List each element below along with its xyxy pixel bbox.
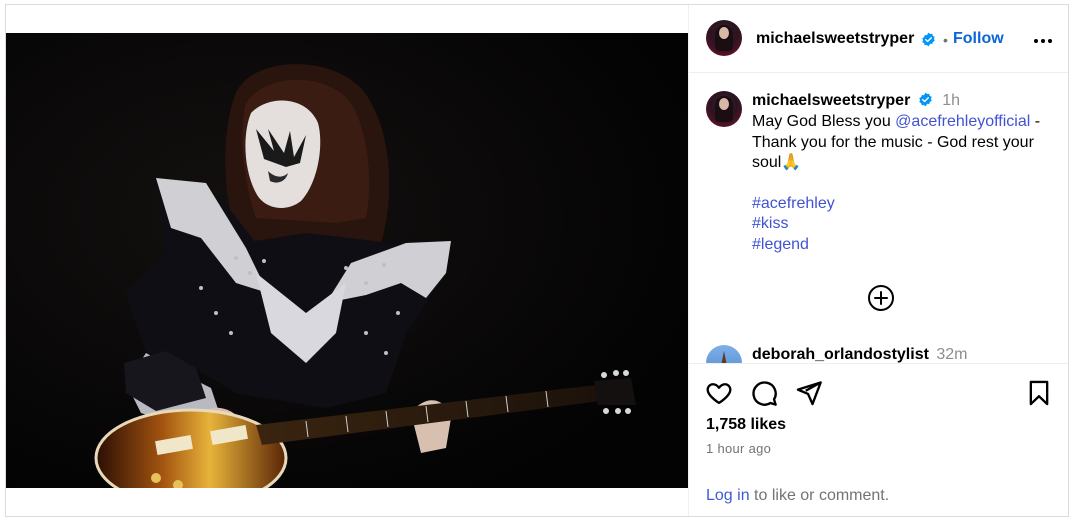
login-link[interactable]: Log in xyxy=(706,487,750,504)
caption-author-avatar[interactable] xyxy=(706,91,742,127)
comments-area: michaelsweetstryper 1h May God Bless you… xyxy=(689,73,1068,363)
login-prompt-suffix: to like or comment. xyxy=(749,487,890,504)
likes-count[interactable]: 1,758 likes xyxy=(706,416,786,434)
commenter-username[interactable]: deborah_orlandostylist xyxy=(752,346,929,363)
caption-author[interactable]: michaelsweetstryper xyxy=(752,92,910,109)
post-side-panel: michaelsweetstryper • Follow michaelswee… xyxy=(688,5,1068,516)
media-column xyxy=(6,5,688,516)
send-icon[interactable] xyxy=(795,379,823,407)
photo-illustration xyxy=(6,33,688,488)
post-photo[interactable] xyxy=(6,33,688,488)
author-username[interactable]: michaelsweetstryper xyxy=(756,30,914,48)
caption-mention-link[interactable]: @acefrehleyofficial xyxy=(895,113,1030,130)
post-timestamp[interactable]: 1 hour ago xyxy=(706,441,771,456)
hashtag-link[interactable]: #legend xyxy=(752,235,1052,256)
more-horizontal-icon[interactable] xyxy=(1031,29,1055,53)
caption-header: michaelsweetstryper 1h xyxy=(752,92,960,110)
verified-badge-icon xyxy=(922,32,935,47)
comment-preview-header: deborah_orlandostylist 32m xyxy=(752,346,968,363)
caption-time: 1h xyxy=(942,92,961,109)
post-header: michaelsweetstryper • Follow xyxy=(689,5,1068,73)
follow-button[interactable]: Follow xyxy=(953,30,1004,48)
actions-section: 1,758 likes 1 hour ago Log in to like or… xyxy=(689,363,1068,516)
heart-icon[interactable] xyxy=(705,379,733,407)
caption-text-before: May God Bless you xyxy=(752,113,896,130)
commenter-avatar-image xyxy=(721,351,727,363)
author-avatar[interactable] xyxy=(706,20,742,56)
comment-icon[interactable] xyxy=(750,379,778,407)
login-prompt: Log in to like or comment. xyxy=(706,487,889,505)
instagram-post: michaelsweetstryper • Follow michaelswee… xyxy=(5,4,1069,517)
comment-time: 32m xyxy=(936,346,968,363)
commenter-avatar[interactable] xyxy=(706,345,742,363)
verified-badge-icon xyxy=(919,92,932,107)
hashtag-link[interactable]: #kiss xyxy=(752,214,1052,235)
avatar-face xyxy=(719,27,729,39)
bookmark-icon[interactable] xyxy=(1025,379,1053,407)
caption-text: May God Bless you @acefrehleyofficial - … xyxy=(752,112,1052,255)
header-separator: • xyxy=(943,32,948,48)
plus-circle-icon[interactable] xyxy=(867,284,895,312)
avatar-face xyxy=(719,98,729,110)
hashtag-link[interactable]: #acefrehley xyxy=(752,194,1052,215)
